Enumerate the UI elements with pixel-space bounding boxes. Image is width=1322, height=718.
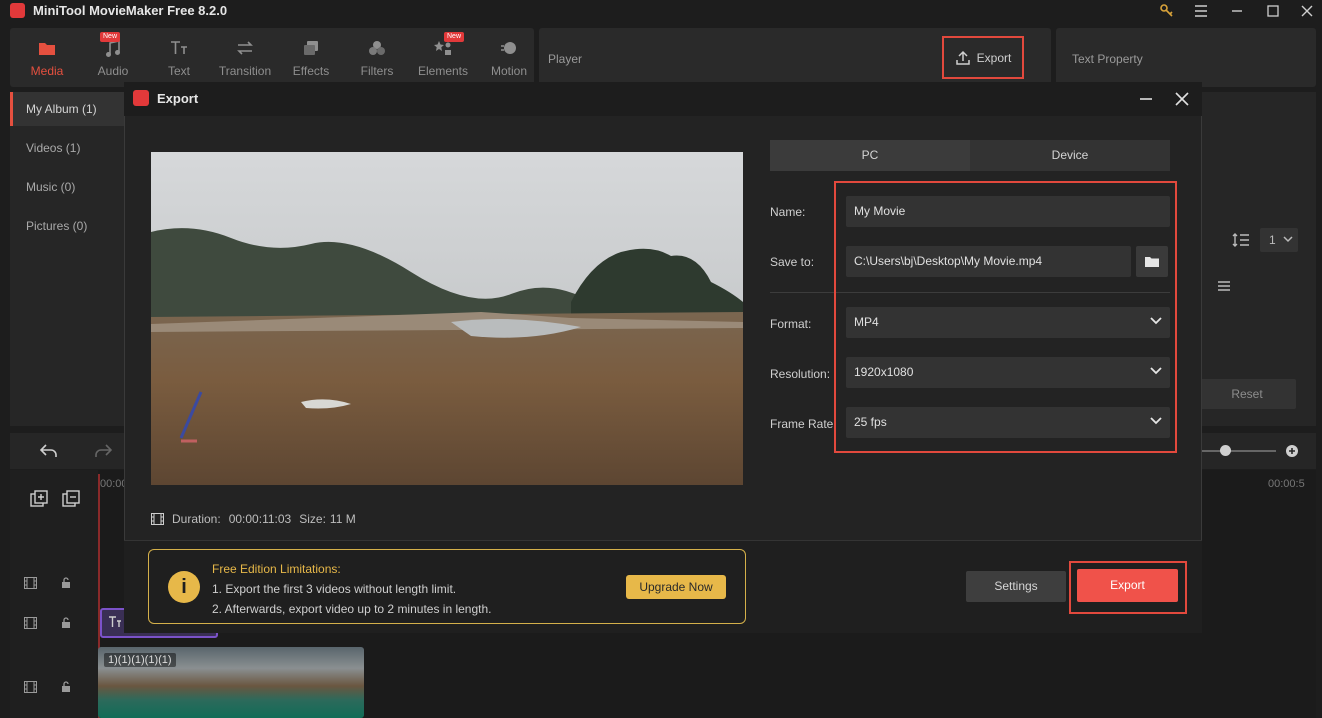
effects-icon <box>278 40 344 60</box>
text-icon <box>146 40 212 60</box>
tab-label: Text <box>167 64 190 78</box>
export-dialog-titlebar <box>124 82 1202 116</box>
tab-motion[interactable]: Motion <box>476 28 542 87</box>
name-label: Name: <box>770 205 806 219</box>
limits-line-2: 2. Afterwards, export video up to 2 minu… <box>212 602 492 616</box>
video-clip-label: 1)(1)(1)(1)(1) <box>104 653 176 667</box>
limits-title: Free Edition Limitations: <box>212 562 341 576</box>
tab-label: Media <box>30 64 64 78</box>
music-icon <box>80 40 146 60</box>
lock-icon[interactable] <box>61 577 71 589</box>
tab-media[interactable]: Media <box>14 28 80 87</box>
film-icon <box>24 681 37 693</box>
transition-icon <box>212 40 278 60</box>
tab-label: Transition <box>218 64 272 78</box>
text-property-body <box>1202 92 1316 426</box>
info-icon: i <box>168 571 200 603</box>
sidebar-item-videos[interactable]: Videos (1) <box>10 131 124 165</box>
redo-icon[interactable] <box>94 444 112 458</box>
reset-button[interactable]: Reset <box>1198 379 1296 409</box>
frame-rate-label: Frame Rate: <box>770 417 837 431</box>
key-icon[interactable] <box>1150 0 1184 22</box>
tab-audio[interactable]: New Audio <box>80 28 146 87</box>
save-to-label: Save to: <box>770 255 815 269</box>
limits-line-1: 1. Export the first 3 videos without len… <box>212 582 457 596</box>
line-spacing-select[interactable]: 1 <box>1260 228 1298 252</box>
align-icon[interactable] <box>1216 280 1232 294</box>
duration-value: 00:00:11:03 <box>228 512 292 526</box>
export-dialog-title: Export <box>157 91 199 106</box>
remove-track-icon[interactable] <box>62 490 80 508</box>
top-export-button[interactable]: Export <box>942 36 1024 79</box>
settings-highlight-box <box>834 181 1177 453</box>
app-title: MiniTool MovieMaker Free 8.2.0 <box>33 3 228 18</box>
add-track-icon[interactable] <box>30 490 48 508</box>
film-icon <box>151 513 164 525</box>
app-logo-icon <box>10 3 25 18</box>
lock-icon[interactable] <box>61 681 71 693</box>
elements-icon <box>410 40 476 60</box>
app-logo-icon <box>133 90 149 106</box>
zoom-slider-handle[interactable] <box>1220 445 1231 456</box>
size-value: 11 M <box>329 512 356 526</box>
video-preview <box>151 152 743 485</box>
tab-elements[interactable]: New Elements <box>410 28 476 87</box>
player-label: Player <box>548 52 583 66</box>
text-icon <box>108 616 122 628</box>
motion-icon <box>476 40 542 60</box>
dialog-close-icon[interactable] <box>1168 86 1196 112</box>
upgrade-now-button[interactable]: Upgrade Now <box>626 575 726 599</box>
zoom-slider-track[interactable] <box>1200 450 1276 452</box>
tab-pc[interactable]: PC <box>770 140 970 171</box>
text-property-label: Text Property <box>1072 52 1143 66</box>
tab-label: Effects <box>292 64 330 78</box>
sidebar-item-music[interactable]: Music (0) <box>10 170 124 204</box>
sidebar-item-pictures[interactable]: Pictures (0) <box>10 209 124 243</box>
filters-icon <box>344 40 410 60</box>
menu-icon[interactable] <box>1184 0 1218 22</box>
sidebar-item-my-album[interactable]: My Album (1) <box>10 92 124 126</box>
new-badge: New <box>444 32 465 42</box>
main-toolbar: Media New Audio Text Transition Effects … <box>10 28 534 87</box>
maximize-icon[interactable] <box>1256 0 1290 22</box>
lock-icon[interactable] <box>61 617 71 629</box>
tab-label: Elements <box>417 64 469 78</box>
film-icon <box>24 617 37 629</box>
tab-text[interactable]: Text <box>146 28 212 87</box>
top-export-label: Export <box>976 50 1012 65</box>
new-badge: New <box>100 32 121 42</box>
tab-effects[interactable]: Effects <box>278 28 344 87</box>
resolution-label: Resolution: <box>770 367 831 381</box>
size-label: Size: <box>299 512 326 526</box>
line-spacing-icon[interactable] <box>1232 232 1250 248</box>
folder-icon <box>14 40 80 60</box>
tab-label: Filters <box>360 64 394 78</box>
export-button[interactable]: Export <box>1077 569 1178 602</box>
upload-icon <box>955 50 971 66</box>
dialog-minimize-icon[interactable] <box>1132 86 1160 112</box>
tab-device[interactable]: Device <box>970 140 1170 171</box>
settings-button[interactable]: Settings <box>966 571 1066 602</box>
timeline-time-end: 00:00:5 <box>1268 478 1305 490</box>
tab-transition[interactable]: Transition <box>212 28 278 87</box>
undo-icon[interactable] <box>40 444 58 458</box>
film-icon <box>24 577 37 589</box>
tab-label: Audio <box>97 64 129 78</box>
line-spacing-value: 1 <box>1269 233 1276 247</box>
zoom-in-icon[interactable] <box>1285 444 1299 458</box>
close-icon[interactable] <box>1290 0 1322 22</box>
tab-filters[interactable]: Filters <box>344 28 410 87</box>
chevron-down-icon <box>1283 236 1293 243</box>
duration-row: Duration: 00:00:11:03 Size: 11 M <box>151 512 356 526</box>
format-label: Format: <box>770 317 812 331</box>
tab-label: Motion <box>490 64 528 78</box>
duration-label: Duration: <box>172 512 221 526</box>
minimize-icon[interactable] <box>1220 0 1254 22</box>
